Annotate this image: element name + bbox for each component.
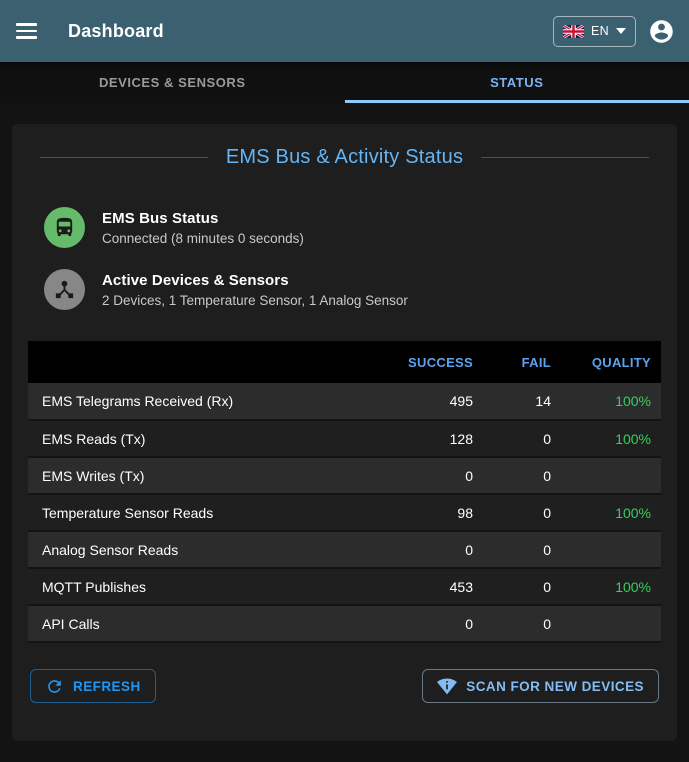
- status-list: EMS Bus Status Connected (8 minutes 0 se…: [44, 207, 661, 310]
- table-row: EMS Telegrams Received (Rx)49514100%: [28, 383, 661, 420]
- card-title-row: EMS Bus & Activity Status: [28, 146, 661, 169]
- ems-bus-status-item: EMS Bus Status Connected (8 minutes 0 se…: [44, 207, 661, 248]
- table-cell-quality: 100%: [561, 494, 661, 531]
- status-title: Active Devices & Sensors: [102, 272, 408, 289]
- header-success: SUCCESS: [371, 341, 483, 383]
- table-cell-num: 0: [483, 420, 561, 457]
- tab-devices-sensors[interactable]: DEVICES & SENSORS: [0, 62, 345, 103]
- status-card: EMS Bus & Activity Status EMS Bus Status…: [12, 124, 677, 741]
- scan-button-label: SCAN FOR NEW DEVICES: [466, 679, 644, 694]
- table-header: SUCCESS FAIL QUALITY: [28, 341, 661, 383]
- refresh-button-label: REFRESH: [73, 679, 141, 694]
- table-cell-num: 14: [483, 383, 561, 420]
- header-quality: QUALITY: [561, 341, 661, 383]
- table-row: API Calls00: [28, 605, 661, 642]
- table-cell-name: MQTT Publishes: [28, 568, 371, 605]
- tab-label: STATUS: [490, 75, 543, 90]
- status-text: EMS Bus Status Connected (8 minutes 0 se…: [102, 210, 304, 246]
- active-tab-indicator: [345, 100, 689, 103]
- table-cell-name: EMS Writes (Tx): [28, 457, 371, 494]
- status-title: EMS Bus Status: [102, 210, 304, 227]
- header-blank: [28, 341, 371, 383]
- refresh-button[interactable]: REFRESH: [30, 669, 156, 703]
- account-button[interactable]: [648, 18, 675, 45]
- table-row: Temperature Sensor Reads980100%: [28, 494, 661, 531]
- status-subtitle: 2 Devices, 1 Temperature Sensor, 1 Analo…: [102, 293, 408, 308]
- table-cell-num: 0: [371, 605, 483, 642]
- table-cell-num: 98: [371, 494, 483, 531]
- table-cell-num: 0: [483, 494, 561, 531]
- card-title: EMS Bus & Activity Status: [226, 146, 463, 169]
- device-hub-icon: [44, 269, 85, 310]
- account-circle-icon: [648, 18, 675, 45]
- table-cell-num: 0: [483, 531, 561, 568]
- table-row: MQTT Publishes4530100%: [28, 568, 661, 605]
- divider: [481, 157, 649, 158]
- table-cell-name: API Calls: [28, 605, 371, 642]
- table-cell-num: 128: [371, 420, 483, 457]
- bus-icon: [44, 207, 85, 248]
- app-bar: Dashboard EN: [0, 0, 689, 62]
- active-devices-item: Active Devices & Sensors 2 Devices, 1 Te…: [44, 269, 661, 310]
- table-cell-quality: [561, 531, 661, 568]
- status-text: Active Devices & Sensors 2 Devices, 1 Te…: [102, 272, 408, 308]
- language-code: EN: [591, 24, 609, 38]
- wifi-scan-icon: [437, 676, 457, 696]
- refresh-icon: [45, 677, 64, 696]
- appbar-actions: EN: [553, 16, 675, 47]
- table-cell-name: EMS Telegrams Received (Rx): [28, 383, 371, 420]
- table-cell-name: EMS Reads (Tx): [28, 420, 371, 457]
- table-row: Analog Sensor Reads00: [28, 531, 661, 568]
- header-fail: FAIL: [483, 341, 561, 383]
- uk-flag-icon: [563, 25, 584, 38]
- divider: [40, 157, 208, 158]
- table-cell-num: 0: [483, 568, 561, 605]
- table-row: EMS Reads (Tx)1280100%: [28, 420, 661, 457]
- activity-table: SUCCESS FAIL QUALITY EMS Telegrams Recei…: [28, 341, 661, 643]
- table-cell-quality: [561, 605, 661, 642]
- language-selector[interactable]: EN: [553, 16, 636, 47]
- table-cell-num: 453: [371, 568, 483, 605]
- menu-icon: [16, 23, 37, 26]
- table-cell-num: 495: [371, 383, 483, 420]
- button-row: REFRESH SCAN FOR NEW DEVICES: [28, 669, 661, 703]
- tab-bar: DEVICES & SENSORS STATUS: [0, 62, 689, 103]
- table-cell-quality: [561, 457, 661, 494]
- table-cell-num: 0: [371, 457, 483, 494]
- tab-status[interactable]: STATUS: [345, 62, 689, 103]
- table-cell-num: 0: [483, 457, 561, 494]
- table-body: EMS Telegrams Received (Rx)49514100%EMS …: [28, 383, 661, 642]
- scan-for-new-devices-button[interactable]: SCAN FOR NEW DEVICES: [422, 669, 659, 703]
- table-cell-name: Analog Sensor Reads: [28, 531, 371, 568]
- table-cell-num: 0: [371, 531, 483, 568]
- table-cell-quality: 100%: [561, 383, 661, 420]
- status-subtitle: Connected (8 minutes 0 seconds): [102, 231, 304, 246]
- page-title: Dashboard: [68, 21, 164, 42]
- table-cell-quality: 100%: [561, 420, 661, 457]
- table-cell-num: 0: [483, 605, 561, 642]
- chevron-down-icon: [616, 28, 626, 34]
- table-row: EMS Writes (Tx)00: [28, 457, 661, 494]
- tab-label: DEVICES & SENSORS: [99, 75, 246, 90]
- table-cell-quality: 100%: [561, 568, 661, 605]
- table-cell-name: Temperature Sensor Reads: [28, 494, 371, 531]
- menu-button[interactable]: [16, 18, 46, 44]
